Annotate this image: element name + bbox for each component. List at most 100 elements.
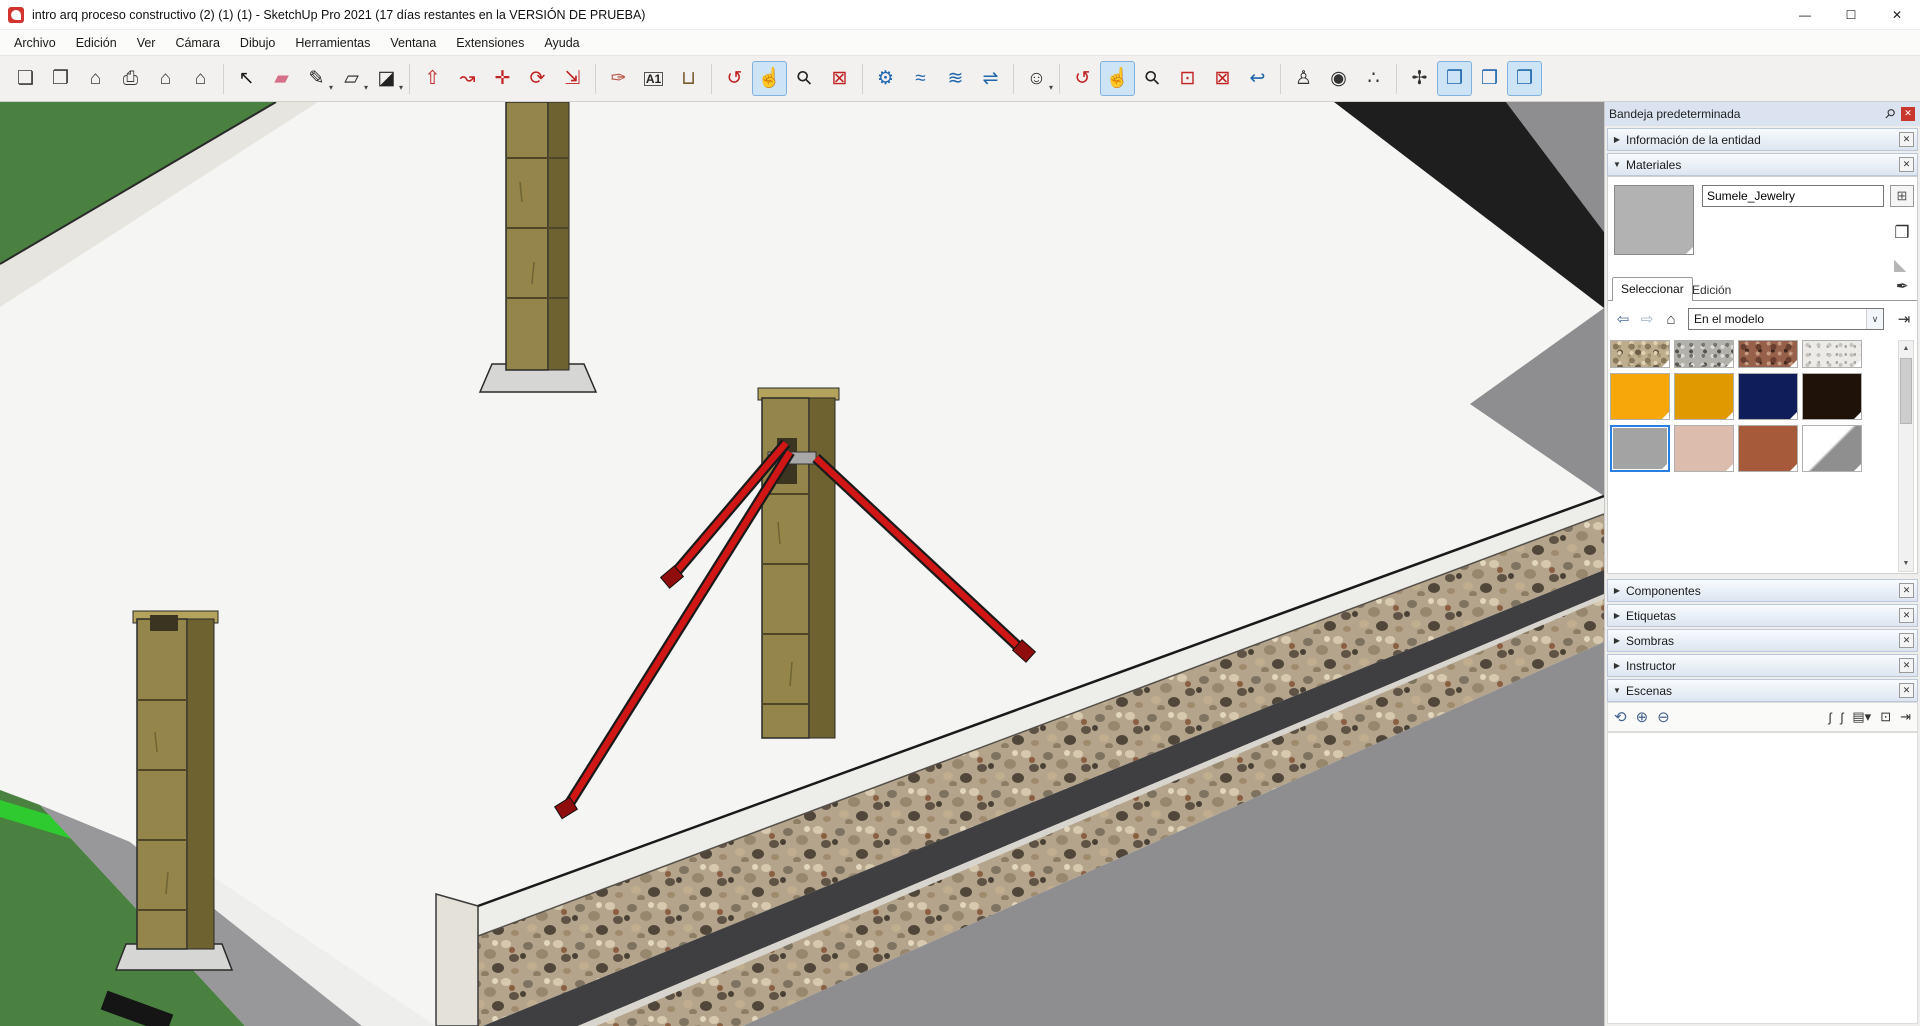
maximize-button[interactable]: ☐ — [1828, 0, 1874, 30]
menu-item-edición[interactable]: Edición — [66, 32, 127, 54]
materials-home-button[interactable]: ⌂ — [1660, 308, 1682, 330]
scroll-down-button[interactable]: ▼ — [1899, 556, 1913, 571]
menu-item-ver[interactable]: Ver — [127, 32, 166, 54]
print-button[interactable]: ⎙ — [113, 61, 148, 96]
section-close-button[interactable]: ✕ — [1899, 633, 1914, 648]
menu-item-dibujo[interactable]: Dibujo — [230, 32, 285, 54]
save-model-button[interactable]: ⌂ — [78, 61, 113, 96]
material-swatch-1-2[interactable] — [1738, 373, 1798, 420]
eraser-tool[interactable]: ▰ — [264, 61, 299, 96]
post-side-face[interactable] — [186, 618, 215, 950]
account-button[interactable]: ☺ ▾ — [1019, 61, 1054, 96]
add-scene-icon[interactable]: ⊕ — [1636, 708, 1649, 726]
section-materials[interactable]: ▼ Materiales ✕ — [1607, 153, 1918, 176]
material-preview[interactable] — [1614, 185, 1694, 255]
extension-layers-tool[interactable]: ≋ — [938, 61, 973, 96]
section-instructor[interactable]: ▶ Instructor ✕ — [1607, 654, 1918, 677]
axes-tool[interactable]: ✢ — [1402, 61, 1437, 96]
pan-tool[interactable]: ☝ — [752, 61, 787, 96]
scene-view-options-icon[interactable]: ▤▾ — [1852, 709, 1871, 725]
tab-seleccionar[interactable]: Seleccionar — [1612, 277, 1693, 301]
scene-hide-details-icon[interactable]: ʃ — [1840, 709, 1843, 725]
zoom-extents-tool[interactable]: ⊠ — [822, 61, 857, 96]
material-swatch-2-3[interactable] — [1802, 425, 1862, 472]
section-close-button[interactable]: ✕ — [1899, 157, 1914, 172]
pushpull-tool[interactable]: ⇧ — [415, 61, 450, 96]
post-side-face[interactable] — [547, 102, 570, 371]
material-swatch-2-2[interactable] — [1738, 425, 1798, 472]
pin-icon[interactable]: ⚲ — [1881, 105, 1899, 123]
chevron-down-icon[interactable]: ∨ — [1866, 309, 1883, 329]
dropdown-caret-icon[interactable]: ▾ — [364, 83, 368, 92]
close-button[interactable]: ✕ — [1874, 0, 1920, 30]
scene-thumbnails-icon[interactable]: ⊡ — [1880, 709, 1891, 725]
collapse-arrow-icon[interactable]: ▶ — [1608, 636, 1626, 645]
menu-item-extensiones[interactable]: Extensiones — [446, 32, 534, 54]
extension-wave-tool[interactable]: ≈ — [903, 61, 938, 96]
scrollbar-thumb[interactable] — [1900, 358, 1912, 424]
collection-dropdown[interactable]: En el modelo ∨ — [1688, 308, 1884, 330]
previous-view-tool[interactable]: ↩ — [1240, 61, 1275, 96]
section-entity-info[interactable]: ▶ Información de la entidad ✕ — [1607, 128, 1918, 151]
open-model-button[interactable]: ❐ — [43, 61, 78, 96]
update-scene-icon[interactable]: ⟲ — [1614, 708, 1627, 726]
pan-tool-2[interactable]: ☝ — [1100, 61, 1135, 96]
extension-gear-tool[interactable]: ⚙ — [868, 61, 903, 96]
section-close-button[interactable]: ✕ — [1899, 658, 1914, 673]
menu-item-cámara[interactable]: Cámara — [165, 32, 229, 54]
model-canvas[interactable] — [0, 102, 1604, 1026]
post-front-face[interactable] — [136, 618, 188, 950]
orbit-tool-2[interactable]: ↺ — [1065, 61, 1100, 96]
post-side-face[interactable] — [808, 397, 836, 739]
orbit-tool[interactable]: ↺ — [717, 61, 752, 96]
material-swatch-1-1[interactable] — [1674, 373, 1734, 420]
look-around-tool[interactable]: ◉ — [1321, 61, 1356, 96]
tray-close-button[interactable]: ✕ — [1901, 107, 1915, 121]
expand-arrow-icon[interactable]: ▼ — [1608, 160, 1626, 169]
tab-edicion[interactable]: Edición — [1692, 283, 1731, 297]
collapse-arrow-icon[interactable]: ▶ — [1608, 135, 1626, 144]
section-scenes[interactable]: ▼ Escenas ✕ — [1607, 679, 1918, 702]
remove-scene-icon[interactable]: ⊖ — [1657, 708, 1670, 726]
menu-item-archivo[interactable]: Archivo — [4, 32, 66, 54]
extension-flip-tool[interactable]: ⇌ — [973, 61, 1008, 96]
dropdown-caret-icon[interactable]: ▾ — [399, 83, 403, 92]
dropdown-caret-icon[interactable]: ▾ — [1049, 83, 1053, 92]
model-info-button[interactable]: ⌂ — [148, 61, 183, 96]
section-shadows[interactable]: ▶ Sombras ✕ — [1607, 629, 1918, 652]
followme-tool[interactable]: ↝ — [450, 61, 485, 96]
material-swatch-0-3[interactable] — [1802, 340, 1862, 368]
material-swatch-2-1[interactable] — [1674, 425, 1734, 472]
walk-tool[interactable]: ∴ — [1356, 61, 1391, 96]
in-model-icon[interactable]: ❐ — [1890, 221, 1914, 245]
expand-arrow-icon[interactable]: ▼ — [1608, 686, 1626, 695]
new-model-button[interactable]: ❏ — [8, 61, 43, 96]
move-tool[interactable]: ✛ — [485, 61, 520, 96]
paint-bucket-tool[interactable]: ⊔ — [671, 61, 706, 96]
menu-item-herramientas[interactable]: Herramientas — [285, 32, 380, 54]
section-components[interactable]: ▶ Componentes ✕ — [1607, 579, 1918, 602]
eyedropper-icon[interactable]: ✒ — [1896, 277, 1909, 295]
rectangle-tool[interactable]: ▱ ▾ — [334, 61, 369, 96]
section-close-button[interactable]: ✕ — [1899, 583, 1914, 598]
section-close-button[interactable]: ✕ — [1899, 132, 1914, 147]
zoom-extents-tool-2[interactable]: ⊠ — [1205, 61, 1240, 96]
line-tool[interactable]: ✎ ▾ — [299, 61, 334, 96]
menu-item-ventana[interactable]: Ventana — [380, 32, 446, 54]
text-tool[interactable]: A1 — [636, 61, 671, 96]
paint-tool[interactable]: ✑ — [601, 61, 636, 96]
materials-forward-button[interactable]: ⇨ — [1636, 308, 1658, 330]
collapse-arrow-icon[interactable]: ▶ — [1608, 611, 1626, 620]
material-swatch-0-0[interactable] — [1610, 340, 1670, 368]
scene-show-details-icon[interactable]: ʃ — [1829, 709, 1832, 725]
post-front-face[interactable] — [505, 102, 549, 371]
view-iso-button[interactable]: ❒ — [1437, 61, 1472, 96]
view-front-button[interactable]: ❒ — [1472, 61, 1507, 96]
material-swatch-1-0[interactable] — [1610, 373, 1670, 420]
preferences-button[interactable]: ⌂ — [183, 61, 218, 96]
collapse-arrow-icon[interactable]: ▶ — [1608, 661, 1626, 670]
select-tool[interactable]: ↖ — [229, 61, 264, 96]
position-camera-tool[interactable]: ♙ — [1286, 61, 1321, 96]
create-material-button[interactable]: ⊞ — [1890, 185, 1914, 207]
view-top-button[interactable]: ❒ — [1507, 61, 1542, 96]
